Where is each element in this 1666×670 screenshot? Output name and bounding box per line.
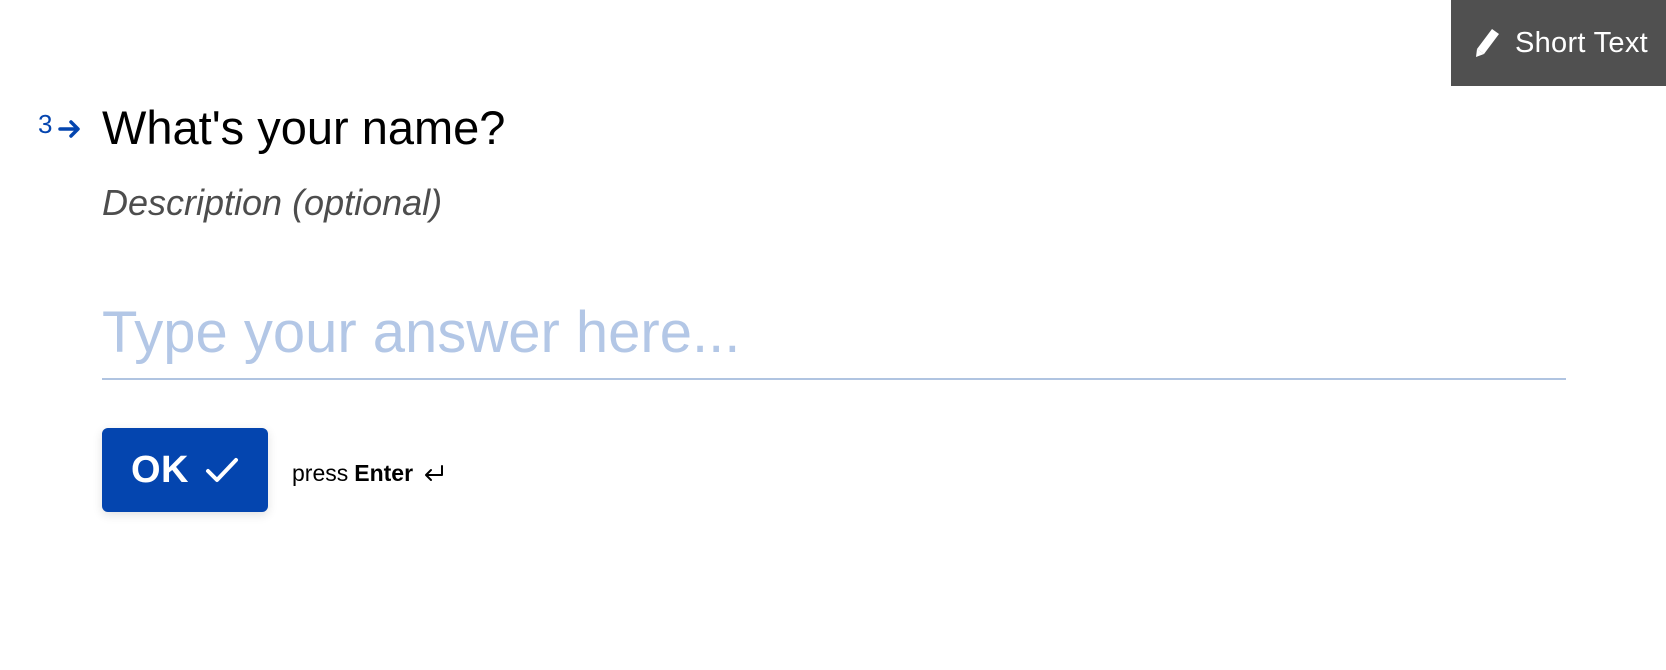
pencil-icon bbox=[1473, 27, 1501, 59]
arrow-right-icon bbox=[58, 115, 82, 138]
hint-prefix: press bbox=[292, 459, 349, 486]
question-description: Description (optional) bbox=[102, 182, 443, 223]
check-icon bbox=[205, 455, 239, 485]
ok-button-label: OK bbox=[131, 448, 189, 491]
ok-button[interactable]: OK bbox=[102, 428, 268, 512]
question-number: 3 bbox=[38, 109, 82, 140]
enter-return-icon bbox=[423, 463, 445, 483]
answer-input[interactable] bbox=[102, 288, 1566, 376]
hint-key: Enter bbox=[354, 459, 414, 486]
form-page: Short Text 3 What's your name? Descripti… bbox=[0, 0, 1666, 670]
question-number-text: 3 bbox=[38, 109, 53, 139]
question-type-label: Short Text bbox=[1514, 26, 1648, 59]
question-type-badge[interactable]: Short Text bbox=[1451, 0, 1666, 86]
question-actions: OK press Enter bbox=[102, 428, 445, 512]
answer-field-container bbox=[102, 288, 1566, 380]
question-title: What's your name? bbox=[102, 101, 506, 154]
keyboard-hint: press Enter bbox=[292, 460, 445, 487]
